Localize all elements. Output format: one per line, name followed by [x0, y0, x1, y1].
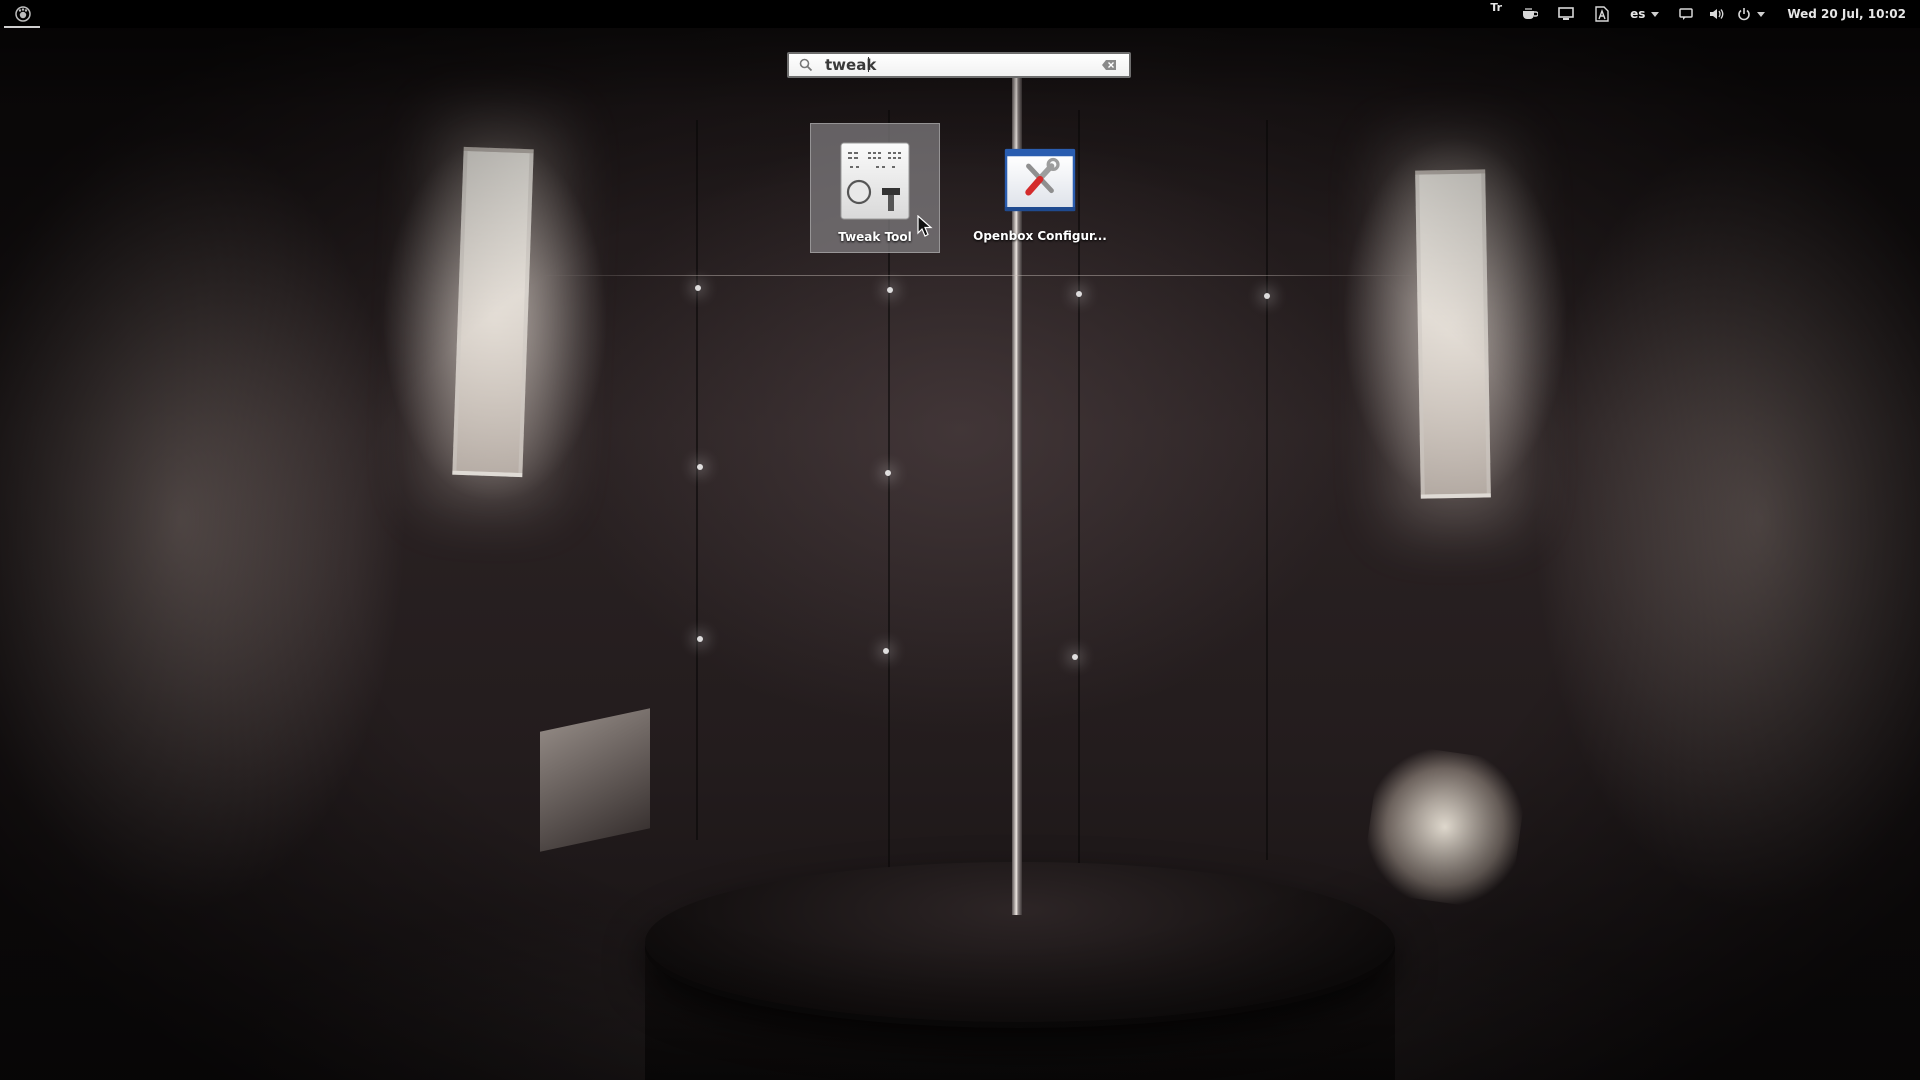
display-icon — [1558, 7, 1574, 20]
tr-indicator[interactable]: Tr — [1480, 0, 1512, 29]
search-icon — [799, 58, 821, 72]
result-label: Openbox Configur... — [973, 229, 1107, 243]
keyboard-layout-menu[interactable]: es — [1620, 0, 1669, 28]
mouse-pointer-icon — [917, 215, 933, 237]
activities-button[interactable] — [6, 2, 40, 26]
display-indicator[interactable] — [1548, 0, 1584, 28]
result-label: Tweak Tool — [838, 230, 912, 244]
keyboard-layout-label: es — [1630, 7, 1646, 21]
power-icon — [1738, 8, 1751, 21]
vignette — [0, 0, 1920, 1080]
text-cursor — [868, 57, 869, 72]
chevron-down-icon — [1757, 11, 1766, 17]
chat-indicator[interactable] — [1669, 0, 1703, 28]
coffee-indicator[interactable] — [1512, 0, 1548, 28]
clear-icon[interactable] — [1097, 59, 1121, 71]
search-input[interactable] — [821, 54, 1097, 76]
results-separator — [540, 275, 1420, 276]
font-app-indicator[interactable] — [1584, 0, 1620, 28]
volume-icon — [1710, 9, 1724, 19]
power-menu[interactable] — [1731, 0, 1771, 28]
volume-indicator[interactable] — [1703, 0, 1731, 28]
chevron-down-icon — [1651, 11, 1660, 17]
gnome-foot-icon — [15, 6, 31, 22]
font-app-icon — [1595, 6, 1609, 22]
clock[interactable]: Wed 20 Jul, 10:02 — [1771, 0, 1920, 28]
result-openbox-configuration[interactable]: Openbox Configur... — [973, 123, 1107, 253]
chat-icon — [1679, 8, 1694, 20]
system-tray: Tr es Wed 20 Jul, 10:02 — [1480, 0, 1920, 28]
activities-indicator — [4, 26, 40, 28]
search-field[interactable] — [787, 52, 1131, 78]
openbox-config-icon — [1004, 139, 1076, 221]
desktop-wallpaper — [0, 0, 1920, 1080]
tweak-tool-icon — [839, 140, 911, 222]
coffee-icon — [1523, 8, 1539, 19]
top-panel: Tr es Wed 20 Jul, 10:02 — [0, 0, 1920, 28]
